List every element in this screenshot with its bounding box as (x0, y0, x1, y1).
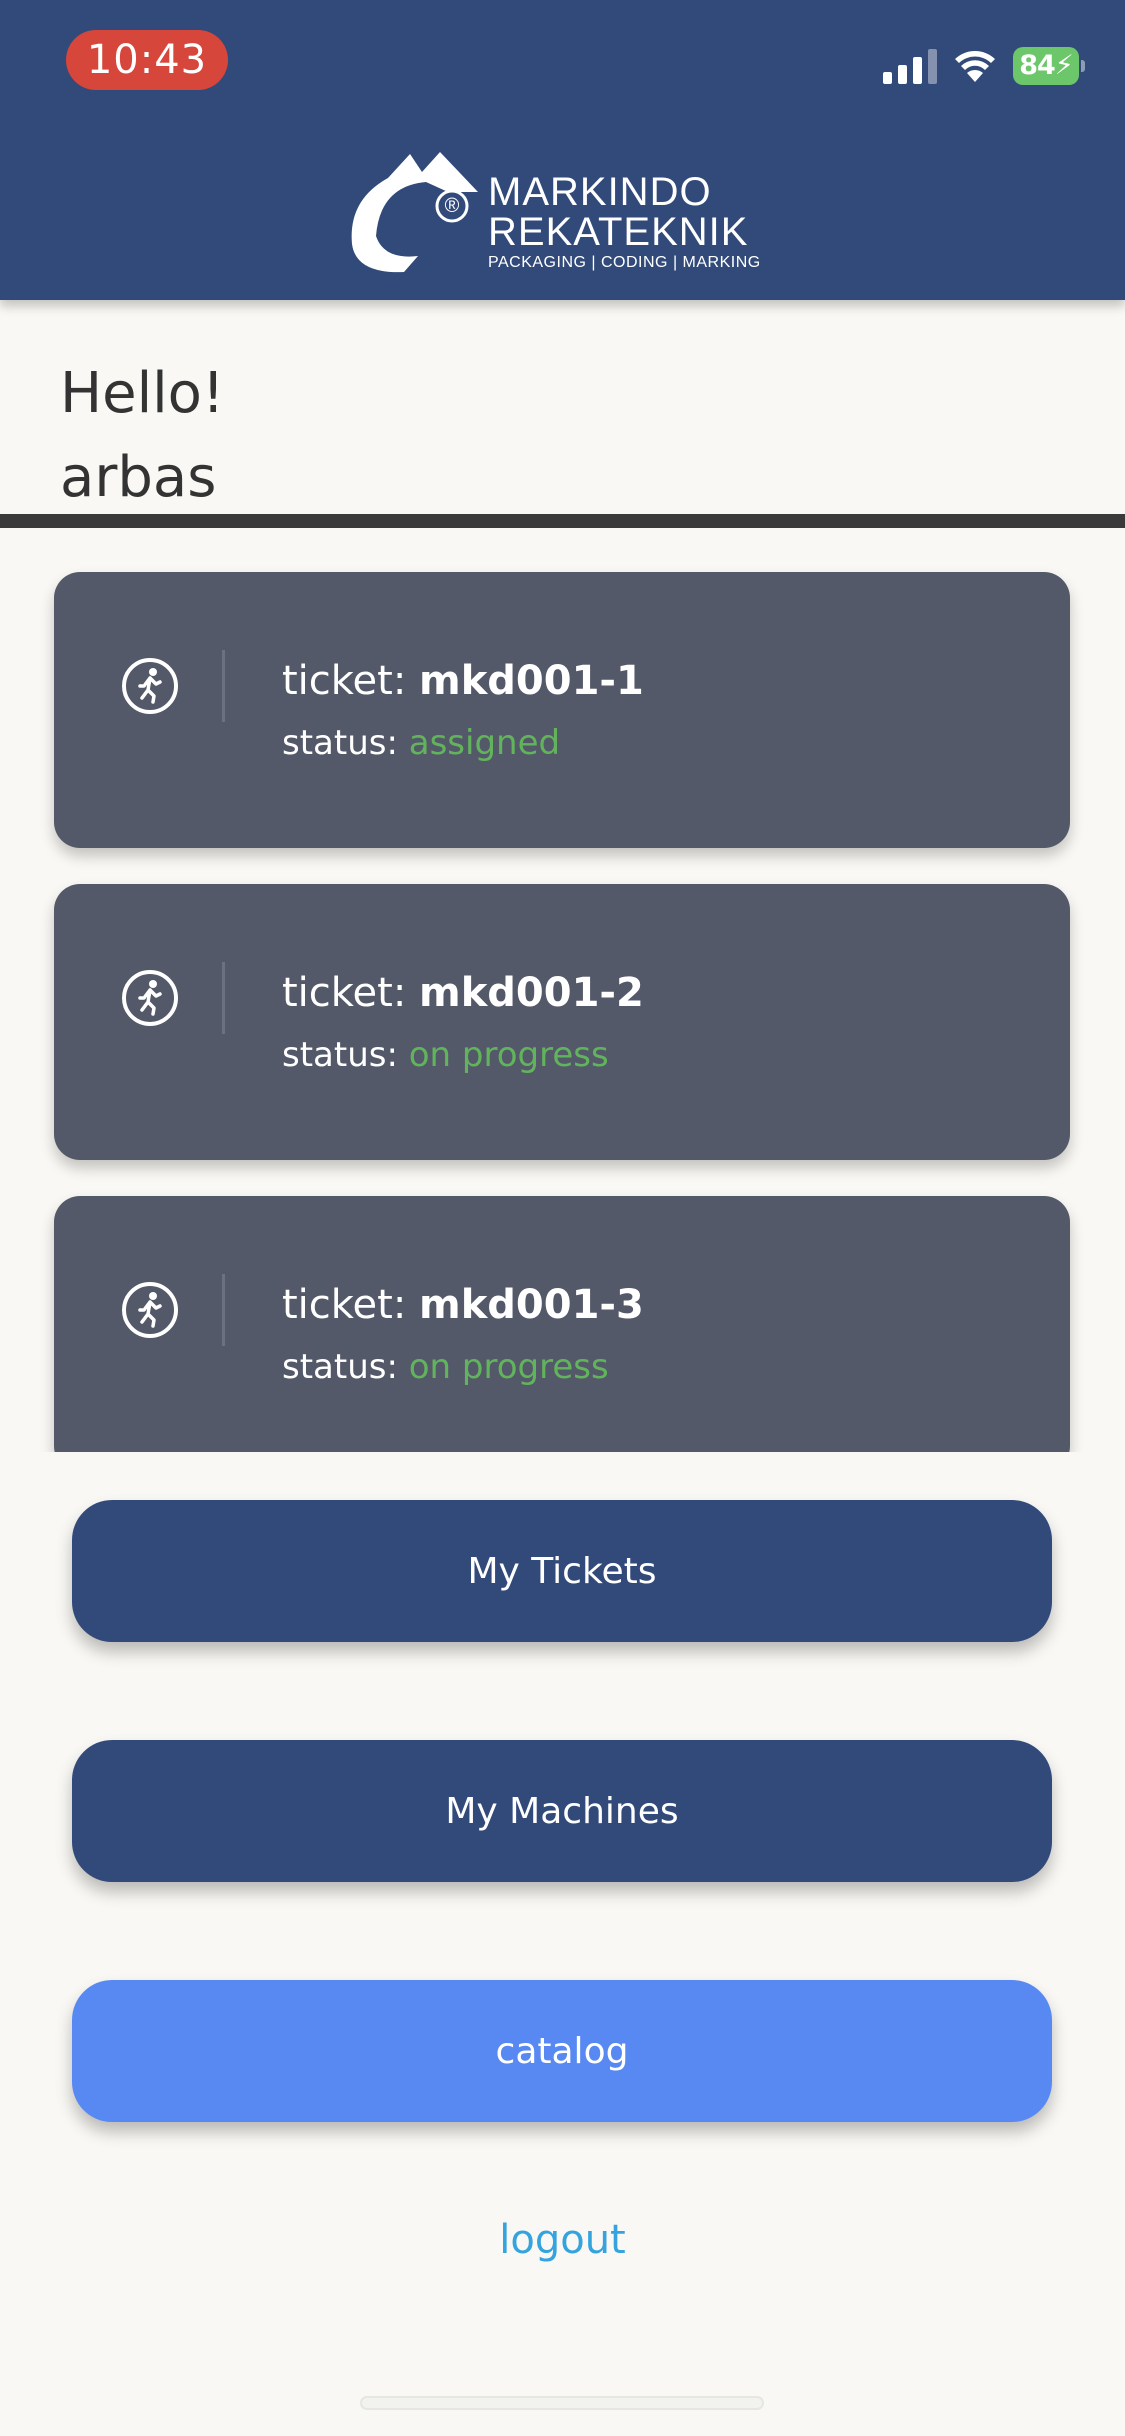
home-indicator[interactable] (360, 2396, 764, 2410)
ticket-status: on progress (408, 1035, 609, 1075)
running-person-icon (122, 658, 178, 714)
ticket-label: ticket: (282, 1282, 407, 1328)
company-logo: ® MARKINDO REKATEKNIK PACKAGING | CODING… (348, 148, 778, 278)
battery-charging-icon: 84⚡ (1013, 47, 1085, 85)
ticket-id: mkd001-2 (419, 970, 644, 1016)
mountain-swoosh-icon (351, 152, 478, 273)
app-header: 10:43 84⚡ ® MARKINDO REKATEKNIK PACKAGIN… (0, 0, 1125, 300)
wifi-icon (955, 51, 995, 82)
logo-line-2: REKATEKNIK (488, 210, 749, 254)
greeting-divider (0, 514, 1125, 528)
ticket-title: ticket: mkd001-3 (282, 1278, 644, 1332)
battery-level: 84 (1019, 50, 1056, 81)
ticket-title: ticket: mkd001-2 (282, 966, 644, 1020)
ticket-separator (222, 962, 225, 1034)
ticket-id: mkd001-1 (419, 658, 644, 704)
ticket-status-row: status: on progress (282, 1344, 609, 1390)
logo-line-1: MARKINDO (488, 170, 712, 214)
ticket-card[interactable]: ticket: mkd001-2 status: on progress (54, 884, 1070, 1160)
status-bar-icons: 84⚡ (883, 44, 1085, 88)
ticket-card[interactable]: ticket: mkd001-3 status: on progress (54, 1196, 1070, 1452)
ticket-status-row: status: on progress (282, 1032, 609, 1078)
catalog-button[interactable]: catalog (72, 1980, 1052, 2122)
cellular-signal-icon (883, 48, 937, 84)
greeting-hello: Hello! (60, 361, 225, 426)
my-tickets-button[interactable]: My Tickets (72, 1500, 1052, 1642)
logo-wordmark: MARKINDO REKATEKNIK PACKAGING | CODING |… (488, 172, 761, 274)
my-machines-button[interactable]: My Machines (72, 1740, 1052, 1882)
ticket-card[interactable]: ticket: mkd001-1 status: assigned (54, 572, 1070, 848)
running-person-icon (122, 1282, 178, 1338)
ticket-status-row: status: assigned (282, 720, 560, 766)
ticket-separator (222, 650, 225, 722)
ticket-status-label: status: (282, 723, 398, 763)
ticket-title: ticket: mkd001-1 (282, 654, 644, 708)
greeting: Hello! arbas (60, 352, 224, 520)
ticket-separator (222, 1274, 225, 1346)
ticket-status: assigned (408, 723, 561, 763)
greeting-username: arbas (60, 445, 217, 510)
status-bar-time: 10:43 (66, 30, 228, 90)
ticket-status-label: status: (282, 1347, 398, 1387)
ticket-list[interactable]: ticket: mkd001-1 status: assigned ticket… (0, 528, 1125, 1452)
ticket-status: on progress (408, 1347, 609, 1387)
logout-link[interactable]: logout (0, 2210, 1125, 2270)
ticket-label: ticket: (282, 658, 407, 704)
logo-tagline: PACKAGING | CODING | MARKING (488, 254, 761, 271)
app-screen: 10:43 84⚡ ® MARKINDO REKATEKNIK PACKAGIN… (0, 0, 1125, 2436)
ticket-status-label: status: (282, 1035, 398, 1075)
running-person-icon (122, 970, 178, 1026)
ticket-label: ticket: (282, 970, 407, 1016)
registered-mark: ® (444, 195, 460, 217)
ticket-id: mkd001-3 (419, 1282, 644, 1328)
